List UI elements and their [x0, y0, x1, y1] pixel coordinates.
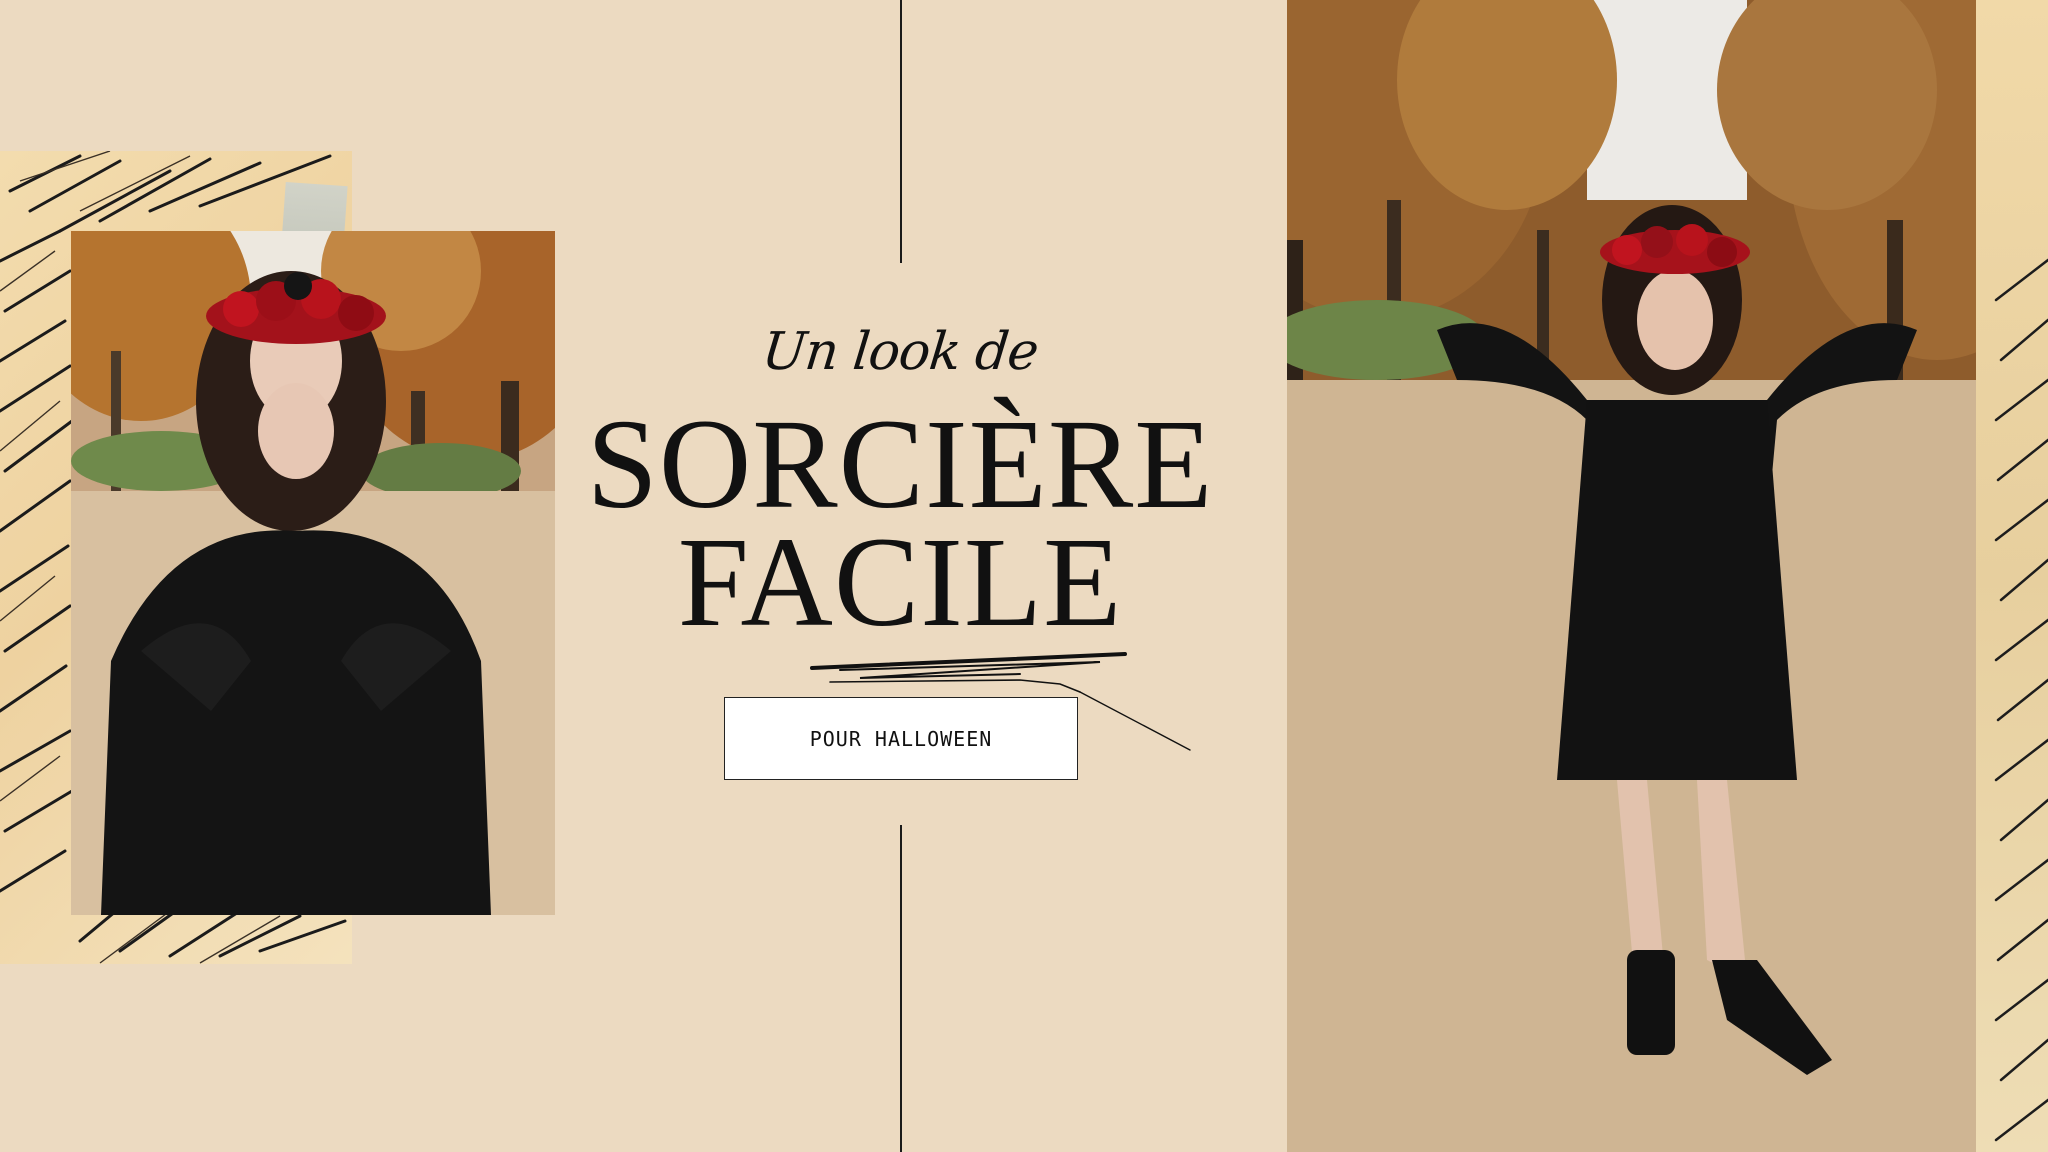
cta-label-box: POUR HALLOWEEN [724, 697, 1078, 780]
script-subtitle: Un look de [759, 322, 1041, 382]
left-photo [71, 231, 555, 915]
title-line-1: SORCIÈRE [586, 393, 1214, 535]
title-line-2: FACILE [677, 511, 1123, 653]
palm-leaf-decor-right [1976, 0, 2048, 1152]
main-title: SORCIÈRE FACILE [560, 393, 1240, 653]
divider-line-top [900, 0, 902, 263]
right-photo [1287, 0, 2012, 1152]
cta-label: POUR HALLOWEEN [809, 726, 993, 751]
divider-line-bottom [900, 825, 902, 1152]
